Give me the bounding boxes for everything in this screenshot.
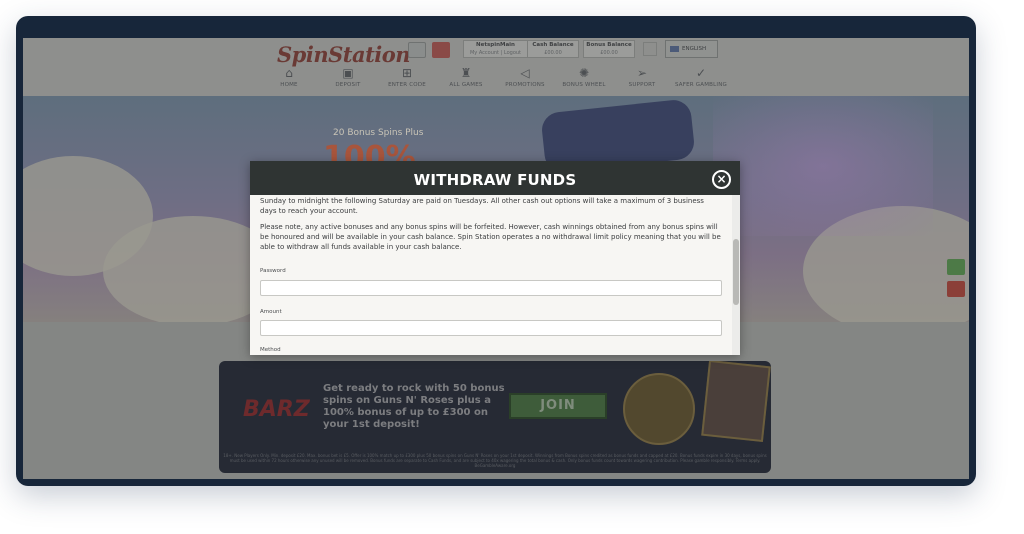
sparkle-decoration xyxy=(713,96,933,236)
main-nav: ⌂ HOME ▣ DEPOSIT ⊞ ENTER CODE ♜ ALL GAME… xyxy=(23,66,969,94)
promo-headline: Get ready to rock with 50 bonus spins on… xyxy=(323,383,505,430)
modal-header: WITHDRAW FUNDS × xyxy=(250,161,740,195)
withdraw-funds-modal: WITHDRAW FUNDS × Sunday to midnight the … xyxy=(250,161,740,355)
account-username: NetspinMain xyxy=(476,42,515,48)
hero-subtitle: 20 Bonus Spins Plus xyxy=(333,128,424,138)
promo-logo: BARZ xyxy=(243,397,310,422)
bonus-forfeit-paragraph: Please note, any active bonuses and any … xyxy=(260,223,721,251)
close-icon[interactable]: × xyxy=(712,170,731,189)
bonus-balance-value: £00.00 xyxy=(600,50,618,56)
password-field[interactable] xyxy=(260,279,722,296)
account-links[interactable]: My Account | Logout xyxy=(464,49,527,57)
amount-label: Amount xyxy=(260,308,282,315)
bonus-balance-box: Bonus Balance £00.00 xyxy=(583,40,635,58)
games-icon: ♜ xyxy=(460,66,472,80)
join-button[interactable]: JOIN xyxy=(509,393,607,419)
cash-balance-value: £00.00 xyxy=(544,50,562,56)
deposit-icon: ▣ xyxy=(342,66,354,80)
site-logo[interactable]: SpinStation xyxy=(277,42,411,67)
promo-character-card xyxy=(701,361,771,443)
modal-title: WITHDRAW FUNDS xyxy=(413,171,577,189)
cash-balance-box: Cash Balance £00.00 xyxy=(527,40,579,58)
guns-n-roses-badge xyxy=(623,373,695,445)
bonus-balance-label: Bonus Balance xyxy=(586,42,632,48)
home-icon: ⌂ xyxy=(285,66,293,80)
promo-fine-print: 18+. New Players Only. Min. deposit £20.… xyxy=(223,453,767,468)
mail-icon[interactable] xyxy=(408,42,426,58)
nav-safer-gambling[interactable]: ✓ SAFER GAMBLING xyxy=(666,66,736,88)
amount-field[interactable] xyxy=(260,320,722,336)
code-icon: ⊞ xyxy=(401,66,413,80)
language-label: ENGLISH xyxy=(682,46,707,52)
shield-check-icon: ✓ xyxy=(695,66,707,80)
megaphone-icon: ◁ xyxy=(520,66,530,80)
cash-balance-label: Cash Balance xyxy=(532,42,574,48)
modal-body[interactable]: Sunday to midnight the following Saturda… xyxy=(250,195,732,355)
paper-plane-icon: ➢ xyxy=(636,66,648,80)
side-chat-tab[interactable] xyxy=(947,259,965,275)
nav-label: SAFER GAMBLING xyxy=(675,82,727,88)
refresh-icon[interactable] xyxy=(643,42,657,56)
account-user-box[interactable]: NetspinMain My Account | Logout xyxy=(463,40,528,58)
site-header: SpinStation NetspinMain My Account | Log… xyxy=(23,38,969,96)
flag-icon xyxy=(670,46,679,52)
password-label: Password xyxy=(260,268,286,274)
rocket-icon[interactable] xyxy=(432,42,450,58)
modal-scrollbar-thumb[interactable] xyxy=(733,239,739,305)
method-label: Method xyxy=(260,347,281,353)
wheel-icon: ✺ xyxy=(578,66,590,80)
modal-scrollbar[interactable] xyxy=(732,195,740,355)
promo-banner[interactable]: BARZ Get ready to rock with 50 bonus spi… xyxy=(219,361,771,473)
withdraw-info-paragraph: Sunday to midnight the following Saturda… xyxy=(260,197,704,215)
language-selector[interactable]: ENGLISH xyxy=(665,40,718,58)
side-message-tab[interactable] xyxy=(947,281,965,297)
